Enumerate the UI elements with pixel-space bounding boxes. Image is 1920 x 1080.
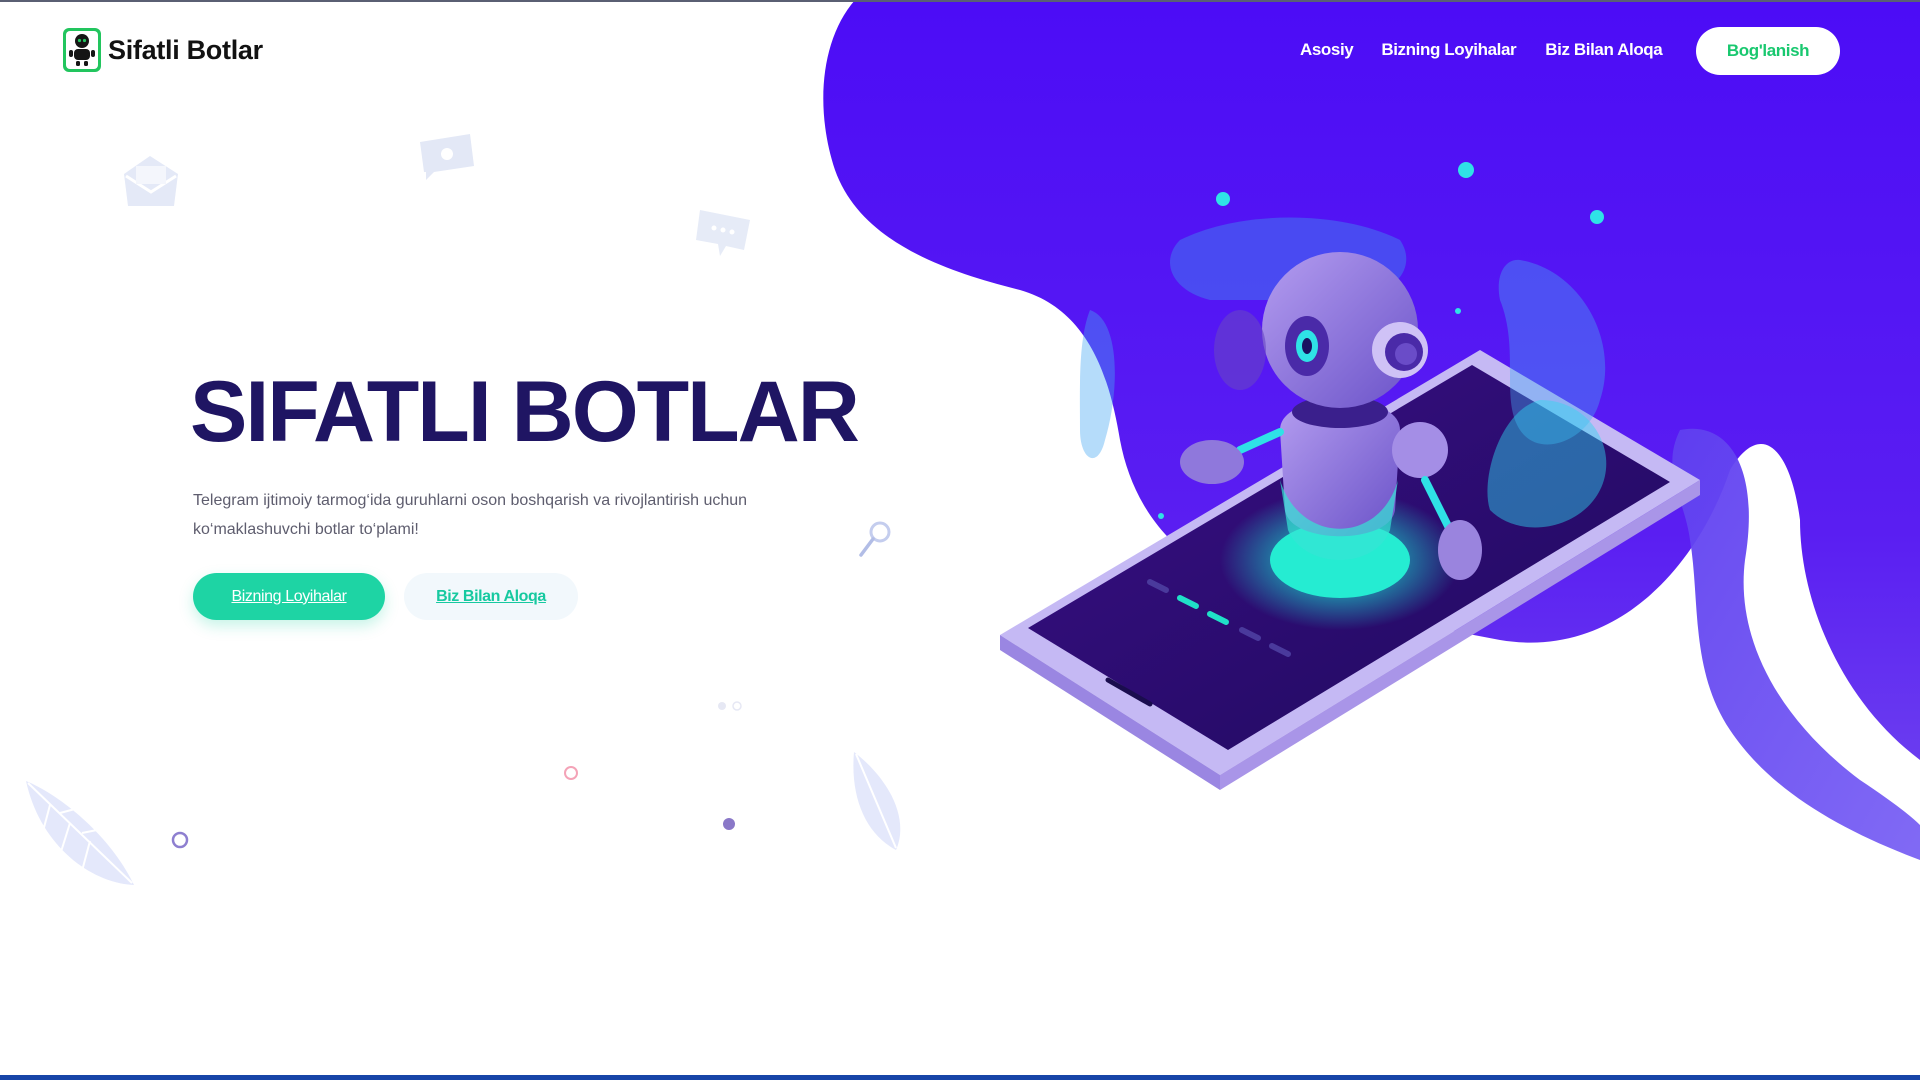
brand-logo[interactable]: Sifatli Botlar (62, 27, 263, 73)
brand-name: Sifatli Botlar (108, 34, 263, 65)
site-header: Sifatli Botlar Asosiy Bizning Loyihalar … (0, 0, 1920, 100)
projects-button[interactable]: Bizning Loyihalar (193, 573, 385, 620)
main-nav: Asosiy Bizning Loyihalar Biz Bilan Aloqa (1300, 40, 1690, 60)
contact-button[interactable]: Biz Bilan Aloqa (404, 573, 578, 620)
robot-icon (63, 28, 101, 72)
hero-title: SIFATLI BOTLAR (190, 364, 860, 460)
robot-phone-illustration (1000, 217, 1700, 790)
nav-item-projects[interactable]: Bizning Loyihalar (1381, 40, 1516, 60)
connect-button[interactable]: Bog'lanish (1696, 27, 1840, 75)
hero-description: Telegram ijtimoiy tarmog‘ida guruhlarni … (193, 492, 748, 538)
nav-item-asosiy[interactable]: Asosiy (1300, 40, 1354, 60)
nav-item-contact[interactable]: Biz Bilan Aloqa (1545, 40, 1663, 60)
bottom-border (0, 1075, 1920, 1080)
